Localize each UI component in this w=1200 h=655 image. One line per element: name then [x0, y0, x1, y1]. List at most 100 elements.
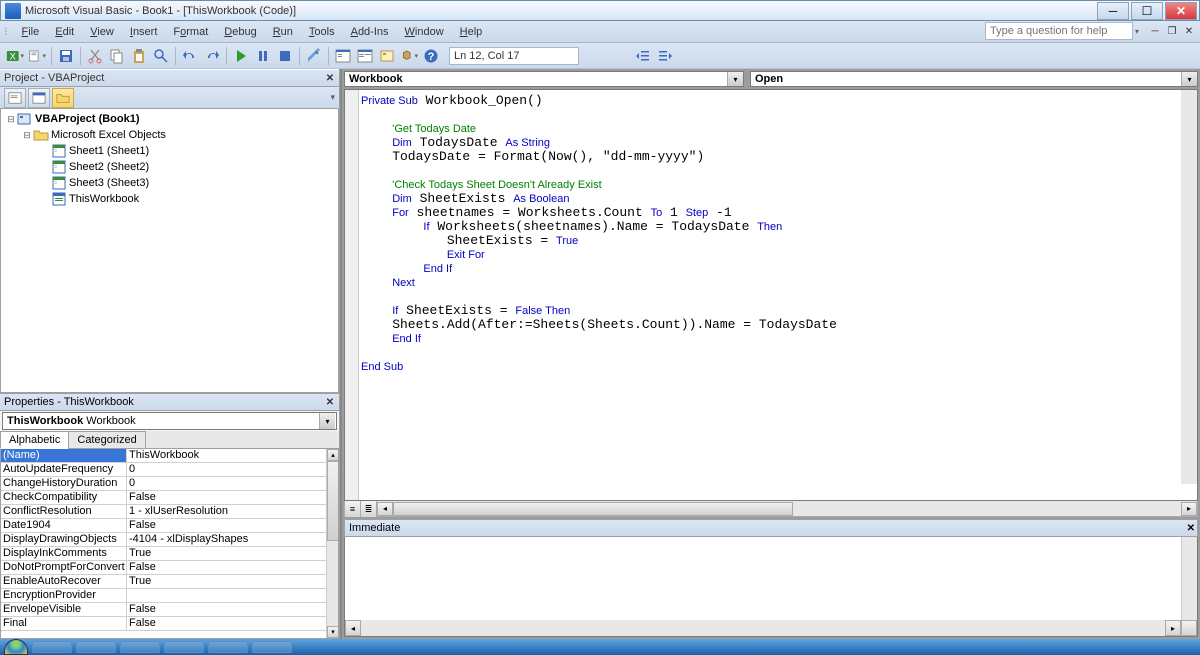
- immediate-input[interactable]: ◂ ▸: [344, 537, 1198, 637]
- minimize-button[interactable]: ─: [1097, 2, 1129, 20]
- properties-object-selector[interactable]: ThisWorkbook Workbook ▾: [2, 412, 337, 430]
- paste-button[interactable]: [129, 46, 149, 66]
- menu-addins[interactable]: Add-Ins: [343, 21, 397, 43]
- toggle-folders-button[interactable]: [52, 88, 74, 108]
- tree-item[interactable]: Sheet1 (Sheet1): [3, 143, 336, 159]
- save-button[interactable]: [56, 46, 76, 66]
- scroll-right-icon[interactable]: ▸: [1181, 502, 1197, 516]
- cut-button[interactable]: [85, 46, 105, 66]
- property-row[interactable]: (Name)ThisWorkbook: [1, 449, 326, 463]
- immediate-vertical-scrollbar[interactable]: [1181, 537, 1197, 620]
- dropdown-icon[interactable]: ▾: [1181, 72, 1197, 86]
- dropdown-icon[interactable]: ▾: [727, 72, 743, 86]
- scroll-up-icon[interactable]: ▴: [327, 449, 339, 461]
- copy-button[interactable]: [107, 46, 127, 66]
- mdi-restore-button[interactable]: ❐: [1165, 24, 1179, 38]
- menu-debug[interactable]: Debug: [216, 21, 264, 43]
- close-button[interactable]: ✕: [1165, 2, 1197, 20]
- menu-run[interactable]: Run: [265, 21, 301, 43]
- menu-insert[interactable]: Insert: [122, 21, 166, 43]
- object-dropdown[interactable]: Workbook ▾: [344, 71, 744, 87]
- object-browser-button[interactable]: [377, 46, 397, 66]
- project-tree[interactable]: ⊟VBAProject (Book1)⊟Microsoft Excel Obje…: [0, 109, 339, 393]
- menu-tools[interactable]: Tools: [301, 21, 343, 43]
- code-text[interactable]: Private Sub Workbook_Open() 'Get Todays …: [361, 94, 837, 374]
- project-explorer-button[interactable]: [333, 46, 353, 66]
- tab-alphabetic[interactable]: Alphabetic: [0, 431, 69, 449]
- code-vertical-scrollbar[interactable]: [1181, 90, 1197, 484]
- property-row[interactable]: EnvelopeVisibleFalse: [1, 603, 326, 617]
- menu-file[interactable]: File: [14, 21, 48, 43]
- property-row[interactable]: DoNotPromptForConvertFalse: [1, 561, 326, 575]
- code-horizontal-scrollbar[interactable]: ◂ ▸: [377, 501, 1197, 516]
- property-row[interactable]: EncryptionProvider: [1, 589, 326, 603]
- reset-button[interactable]: [275, 46, 295, 66]
- properties-panel-close[interactable]: ✕: [323, 395, 337, 409]
- indent-button[interactable]: [655, 46, 675, 66]
- property-row[interactable]: DisplayInkCommentsTrue: [1, 547, 326, 561]
- mdi-minimize-button[interactable]: ─: [1148, 24, 1162, 38]
- menu-window[interactable]: Window: [397, 21, 452, 43]
- menu-view[interactable]: View: [82, 21, 122, 43]
- tree-item[interactable]: ⊟Microsoft Excel Objects: [3, 127, 336, 143]
- scroll-right-icon[interactable]: ▸: [1165, 620, 1181, 636]
- panel-collapse-icon[interactable]: ▾: [330, 92, 335, 103]
- help-search-input[interactable]: [985, 22, 1133, 40]
- tree-item[interactable]: Sheet2 (Sheet2): [3, 159, 336, 175]
- view-excel-button[interactable]: X: [5, 46, 25, 66]
- view-code-button[interactable]: [4, 88, 26, 108]
- property-row[interactable]: AutoUpdateFrequency0: [1, 463, 326, 477]
- tree-item[interactable]: Sheet3 (Sheet3): [3, 175, 336, 191]
- scroll-left-icon[interactable]: ◂: [377, 502, 393, 516]
- scrollbar-thumb[interactable]: [393, 502, 793, 516]
- tree-item[interactable]: ThisWorkbook: [3, 191, 336, 207]
- outdent-button[interactable]: [633, 46, 653, 66]
- property-row[interactable]: ChangeHistoryDuration0: [1, 477, 326, 491]
- tab-categorized[interactable]: Categorized: [68, 431, 145, 449]
- tree-item[interactable]: ⊟VBAProject (Book1): [3, 111, 336, 127]
- property-row[interactable]: CheckCompatibilityFalse: [1, 491, 326, 505]
- design-mode-button[interactable]: [304, 46, 324, 66]
- break-button[interactable]: [253, 46, 273, 66]
- properties-grid[interactable]: (Name)ThisWorkbookAutoUpdateFrequency0Ch…: [0, 449, 339, 639]
- immediate-horizontal-scrollbar[interactable]: ◂ ▸: [345, 620, 1197, 636]
- dropdown-icon[interactable]: ▾: [319, 413, 335, 429]
- procedure-dropdown[interactable]: Open ▾: [750, 71, 1198, 87]
- scrollbar-thumb[interactable]: [327, 461, 339, 541]
- scroll-left-icon[interactable]: ◂: [345, 620, 361, 636]
- immediate-window: Immediate ✕ ◂ ▸: [344, 519, 1198, 637]
- menu-help[interactable]: Help: [452, 21, 491, 43]
- task-button[interactable]: [32, 641, 72, 653]
- task-button[interactable]: [252, 641, 292, 653]
- code-editor[interactable]: Private Sub Workbook_Open() 'Get Todays …: [344, 89, 1198, 501]
- find-button[interactable]: [151, 46, 171, 66]
- property-row[interactable]: Date1904False: [1, 519, 326, 533]
- task-button[interactable]: [164, 641, 204, 653]
- maximize-button[interactable]: ☐: [1131, 2, 1163, 20]
- property-row[interactable]: DisplayDrawingObjects-4104 - xlDisplaySh…: [1, 533, 326, 547]
- property-row[interactable]: FinalFalse: [1, 617, 326, 631]
- property-row[interactable]: EnableAutoRecoverTrue: [1, 575, 326, 589]
- run-button[interactable]: [231, 46, 251, 66]
- help-button[interactable]: ?: [421, 46, 441, 66]
- task-button[interactable]: [76, 641, 116, 653]
- insert-item-button[interactable]: [27, 46, 47, 66]
- project-panel-close[interactable]: ✕: [323, 71, 337, 85]
- properties-scrollbar[interactable]: ▴ ▾: [326, 449, 338, 638]
- undo-button[interactable]: [180, 46, 200, 66]
- toolbox-button[interactable]: [399, 46, 419, 66]
- task-button[interactable]: [208, 641, 248, 653]
- properties-window-button[interactable]: [355, 46, 375, 66]
- scroll-down-icon[interactable]: ▾: [327, 626, 339, 638]
- view-object-button[interactable]: [28, 88, 50, 108]
- procedure-view-button[interactable]: ≡: [345, 501, 361, 517]
- property-row[interactable]: ConflictResolution1 - xlUserResolution: [1, 505, 326, 519]
- start-button[interactable]: [4, 639, 28, 655]
- menu-format[interactable]: Format: [165, 21, 216, 43]
- full-module-view-button[interactable]: ≣: [361, 501, 377, 517]
- mdi-close-button[interactable]: ✕: [1182, 24, 1196, 38]
- immediate-close[interactable]: ✕: [1187, 523, 1195, 534]
- menu-edit[interactable]: Edit: [47, 21, 82, 43]
- redo-button[interactable]: [202, 46, 222, 66]
- task-button[interactable]: [120, 641, 160, 653]
